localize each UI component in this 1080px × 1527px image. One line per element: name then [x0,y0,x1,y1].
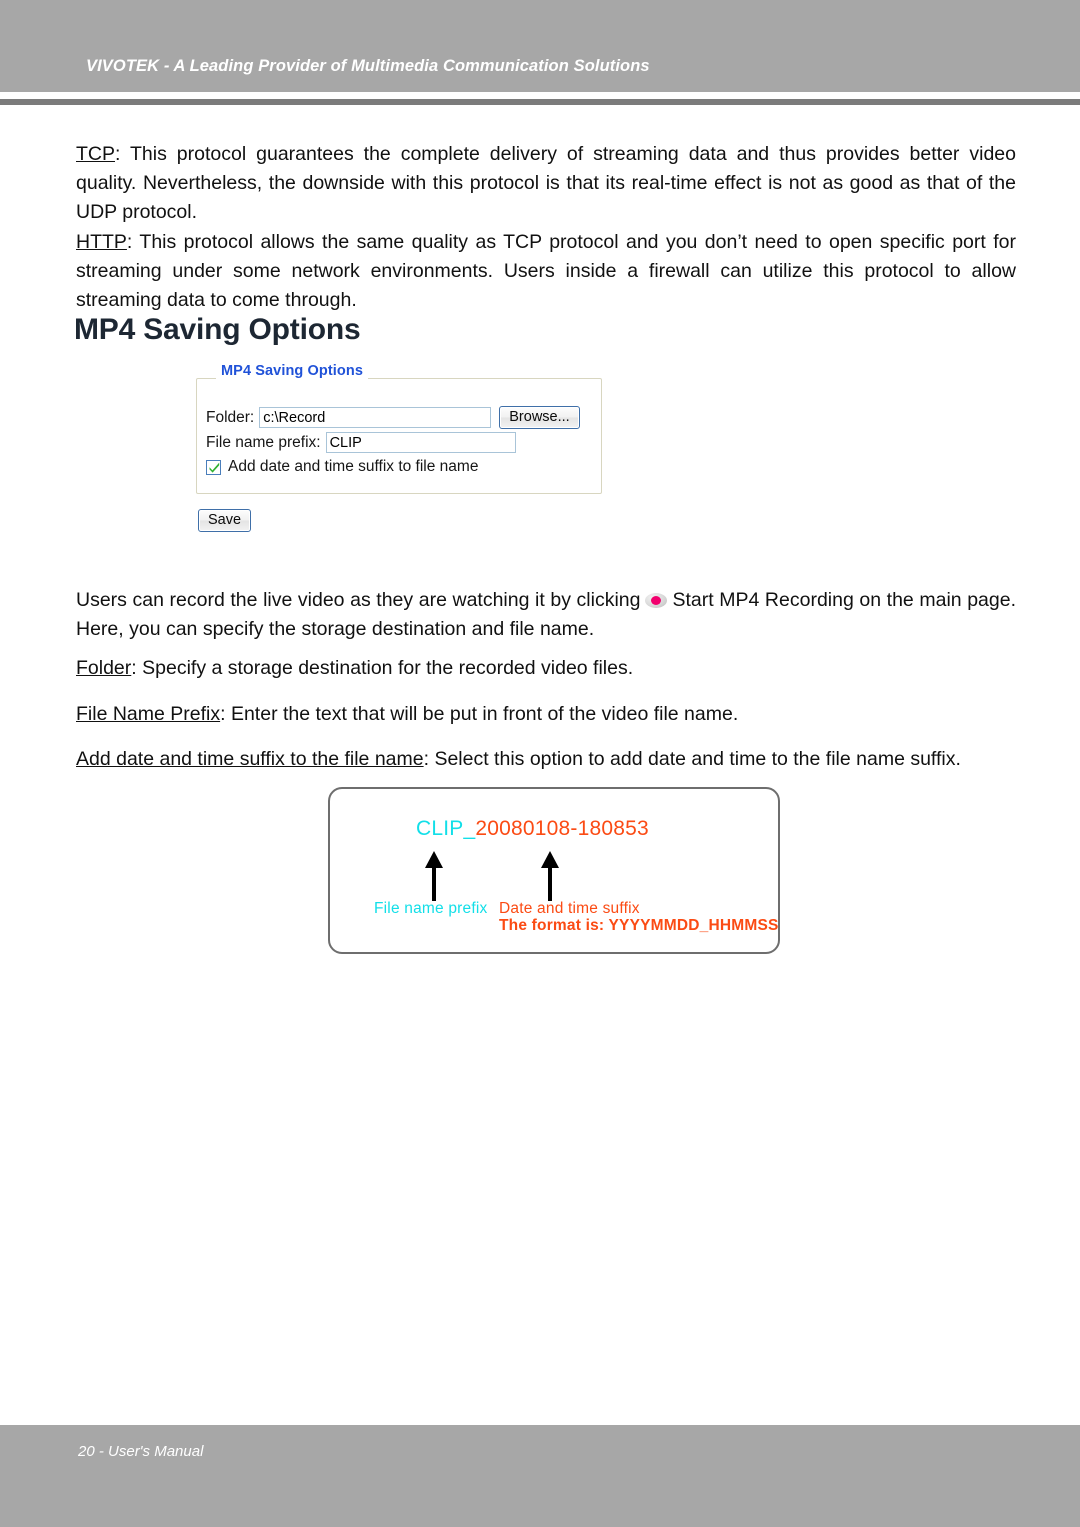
annotation-file-name-prefix: File name prefix [374,900,488,917]
paragraph-http-text: : This protocol allows the same quality … [76,231,1016,311]
term-tcp: TCP [76,143,115,165]
save-button[interactable]: Save [198,509,252,532]
page-header-band [0,0,1080,92]
section-heading: MP4 Saving Options [74,313,361,346]
file-name-prefix-label: File name prefix: [206,433,321,451]
example-filename: CLIP_20080108-180853 [416,817,649,841]
paragraph-record: Users can record the live video as they … [76,586,1016,644]
file-name-prefix-input[interactable] [325,432,516,453]
paragraph-record-text-before: Users can record the live video as they … [76,589,641,611]
paragraph-http: HTTP: This protocol allows the same qual… [76,228,1016,315]
term-http: HTTP [76,231,127,253]
paragraph-tcp: TCP: This protocol guarantees the comple… [76,140,1016,227]
folder-label: Folder: [206,408,255,426]
folder-row: Folder: Browse... [206,406,580,429]
annotation-format: The format is: YYYYMMDD_HHMMSS [499,917,779,934]
annotation-date-time-suffix: Date and time suffix [499,900,640,917]
definition-folder-text: : Specify a storage destination for the … [131,657,634,679]
file-name-prefix-row: File name prefix: [206,432,516,453]
example-filename-prefix: CLIP_ [416,817,476,840]
record-icon [645,593,668,608]
arrow-up-prefix-icon [425,851,443,901]
page-footer-text: 20 - User's Manual [78,1443,204,1460]
folder-input[interactable] [259,407,492,428]
definition-add-suffix-text: : Select this option to add date and tim… [423,748,961,770]
definition-file-name-prefix-text: : Enter the text that will be put in fro… [220,703,739,725]
checkmark-icon [209,462,220,473]
definition-folder-term: Folder [76,657,132,679]
paragraph-tcp-text: : This protocol guarantees the complete … [76,143,1016,223]
browse-button[interactable]: Browse... [499,406,580,429]
mp4-panel-legend: MP4 Saving Options [216,363,368,379]
add-suffix-label: Add date and time suffix to file name [228,458,479,475]
arrow-up-suffix-icon [541,851,559,901]
definition-add-suffix: Add date and time suffix to the file nam… [76,745,1016,774]
definition-file-name-prefix: File Name Prefix: Enter the text that wi… [76,700,1016,729]
page-header-title: VIVOTEK - A Leading Provider of Multimed… [86,57,650,75]
add-suffix-checkbox[interactable] [206,459,221,475]
definition-file-name-prefix-term: File Name Prefix [76,703,221,725]
add-suffix-row: Add date and time suffix to file name [206,458,478,476]
header-divider-rule [0,99,1080,105]
definition-folder: Folder: Specify a storage destination fo… [76,654,1016,683]
example-filename-suffix: 20080108-180853 [475,817,649,840]
page-footer-band [0,1425,1080,1527]
definition-add-suffix-term: Add date and time suffix to the file nam… [76,748,424,770]
